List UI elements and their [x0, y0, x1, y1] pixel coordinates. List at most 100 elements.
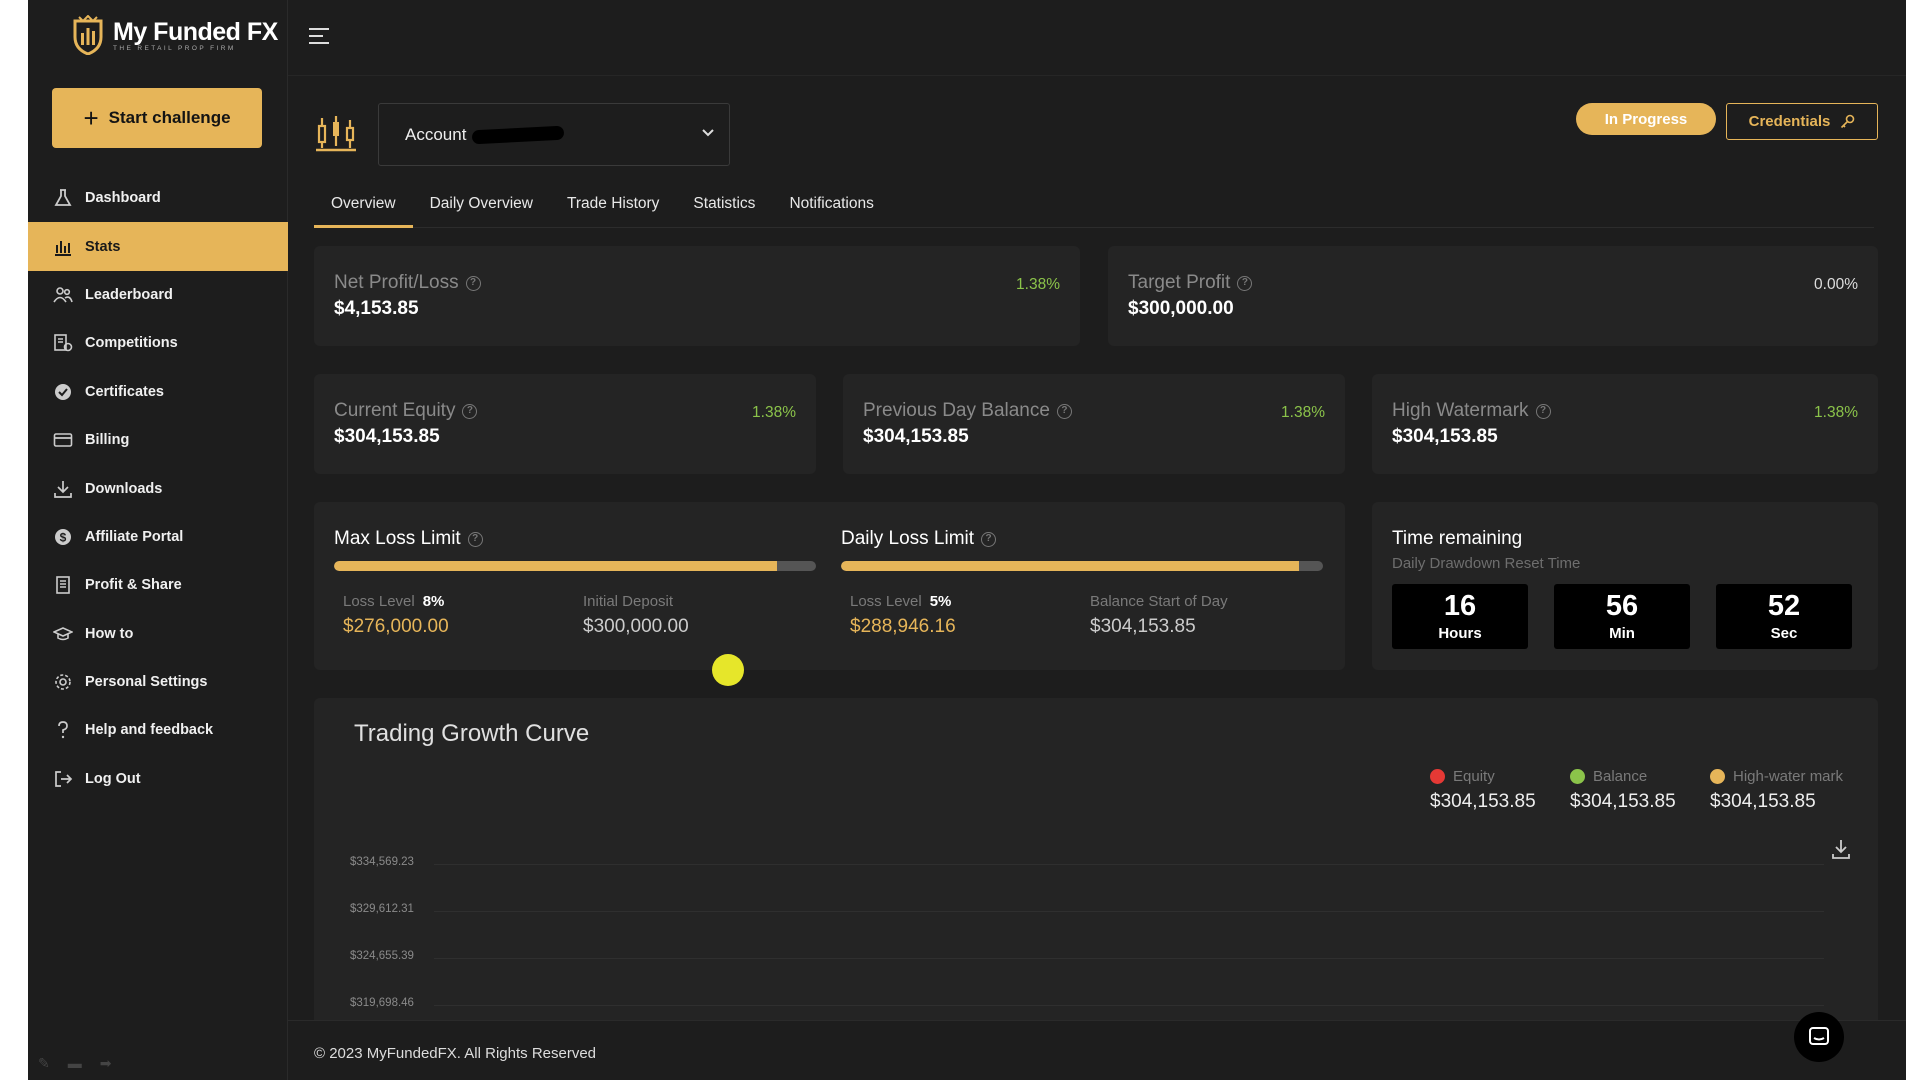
sidebar-item-profit-share[interactable]: Profit & Share [28, 561, 288, 609]
sidebar-item-billing[interactable]: Billing [28, 416, 288, 464]
current-equity-title-row: Current Equity? [334, 400, 478, 422]
seconds-value: 52 [1767, 590, 1801, 622]
legend-balance[interactable]: Balance $304,153.85 [1570, 768, 1676, 813]
minutes-value: 56 [1605, 590, 1639, 622]
equity-dot-icon [1430, 769, 1445, 784]
daily-loss-progress-bar [841, 561, 1323, 571]
help-circle-icon[interactable]: ? [981, 531, 997, 547]
sidebar-item-help-feedback[interactable]: Help and feedback [28, 706, 288, 754]
help-circle-icon[interactable]: ? [467, 531, 483, 547]
sidebar-item-log-out[interactable]: Log Out [28, 755, 288, 803]
sidebar-item-competitions[interactable]: Competitions [28, 319, 288, 367]
question-icon [58, 721, 68, 739]
initial-deposit-label: Initial Deposit [583, 593, 674, 610]
account-select-label: Account [405, 124, 467, 144]
tab-statistics[interactable]: Statistics [676, 188, 772, 228]
legend-equity[interactable]: Equity $304,153.85 [1430, 768, 1536, 813]
daily-loss-level-label: Loss Level [850, 593, 922, 610]
sidebar-item-stats[interactable]: Stats [28, 222, 288, 271]
brand-logo[interactable]: My Funded FX THE RETAIL PROP FIRM [71, 12, 278, 58]
time-remaining-title: Time remaining [1392, 528, 1523, 549]
max-loss-level-row: Loss Level 8% [343, 593, 444, 610]
chat-icon [1809, 1027, 1829, 1045]
legend-high-water-mark[interactable]: High-water mark $304,153.85 [1710, 768, 1843, 813]
sidebar-item-dashboard[interactable]: Dashboard [28, 174, 288, 222]
brand-name: My Funded FX [113, 17, 278, 46]
balance-start-of-day-value: $304,153.85 [1090, 616, 1196, 637]
max-loss-title-row: Max Loss Limit? [334, 528, 483, 550]
help-circle-icon[interactable]: ? [1237, 275, 1253, 291]
help-circle-icon[interactable]: ? [1056, 403, 1072, 419]
arrow-right-icon[interactable]: ➡ [100, 1055, 112, 1072]
sidebar-item-how-to[interactable]: How to [28, 610, 288, 658]
start-challenge-button[interactable]: + Start challenge [52, 88, 262, 148]
sidebar-item-affiliate-portal[interactable]: $ Affiliate Portal [28, 513, 288, 561]
message-icon[interactable]: ▬ [68, 1055, 82, 1072]
sidebar-item-downloads[interactable]: Downloads [28, 464, 288, 512]
high-watermark-value: $304,153.85 [1392, 426, 1498, 447]
max-loss-progress-bar [334, 561, 816, 571]
max-loss-level-label: Loss Level [343, 593, 415, 610]
help-circle-icon[interactable]: ? [465, 275, 481, 291]
tab-overview[interactable]: Overview [314, 188, 413, 228]
sidebar-item-label: Affiliate Portal [85, 528, 184, 545]
sidebar-item-label: How to [85, 625, 134, 642]
status-badge: In Progress [1576, 103, 1716, 135]
top-bar [288, 0, 1906, 76]
initial-deposit-value: $300,000.00 [583, 616, 689, 637]
help-circle-icon[interactable]: ? [462, 403, 478, 419]
legend-equity-value: $304,153.85 [1430, 791, 1536, 812]
max-loss-level-value: 8% [422, 593, 445, 610]
countdown-seconds: 52 Sec [1716, 584, 1852, 649]
sidebar-item-label: Competitions [85, 335, 178, 352]
hamburger-menu-icon[interactable] [308, 26, 330, 46]
tab-notifications[interactable]: Notifications [772, 188, 890, 228]
download-chart-icon[interactable] [1830, 838, 1852, 860]
graduation-cap-icon [53, 626, 73, 641]
daily-loss-level-value: 5% [929, 593, 952, 610]
key-icon [1841, 114, 1855, 129]
max-loss-amount: $276,000.00 [343, 616, 449, 637]
sidebar-item-certificates[interactable]: Certificates [28, 368, 288, 416]
credentials-button[interactable]: Credentials [1726, 103, 1878, 140]
badge-check-icon [55, 383, 71, 400]
grid-line [434, 958, 1824, 959]
net-profit-percent: 1.38% [1016, 276, 1060, 293]
sidebar-item-personal-settings[interactable]: Personal Settings [28, 658, 288, 706]
credit-card-icon [53, 433, 73, 447]
tab-trade-history[interactable]: Trade History [550, 188, 676, 228]
time-remaining-subtitle: Daily Drawdown Reset Time [1392, 555, 1581, 572]
footer: © 2023 MyFundedFX. All Rights Reserved [288, 1020, 1906, 1080]
sidebar-item-label: Leaderboard [85, 286, 173, 303]
help-circle-icon[interactable]: ? [1535, 403, 1551, 419]
grid-line [434, 864, 1824, 865]
sidebar-item-leaderboard[interactable]: Leaderboard [28, 271, 288, 319]
trading-growth-curve-card: Trading Growth Curve Equity $304,153.85 … [314, 698, 1878, 1028]
account-select[interactable]: Account [378, 103, 730, 166]
net-profit-title-row: Net Profit/Loss? [334, 272, 481, 294]
previous-day-balance-title-row: Previous Day Balance? [863, 400, 1072, 422]
copyright-text: © 2023 MyFundedFX. All Rights Reserved [314, 1045, 597, 1062]
stats-chart-icon [55, 240, 71, 256]
target-profit-card: Target Profit? $300,000.00 0.00% [1108, 246, 1878, 346]
current-equity-card: Current Equity? $304,153.85 1.38% [314, 374, 816, 474]
mouse-cursor-highlight [712, 654, 744, 686]
legend-equity-label: Equity [1453, 768, 1495, 785]
y-tick-label: $324,655.39 [350, 950, 414, 962]
y-tick-label: $329,612.31 [350, 903, 414, 915]
pencil-icon[interactable]: ✎ [38, 1055, 50, 1072]
daily-loss-title-row: Daily Loss Limit? [841, 528, 997, 550]
current-equity-value: $304,153.85 [334, 426, 440, 447]
chat-launcher-button[interactable] [1794, 1012, 1844, 1062]
high-watermark-percent: 1.38% [1814, 404, 1858, 421]
hours-label: Hours [1438, 625, 1482, 642]
previous-day-balance-value: $304,153.85 [863, 426, 969, 447]
net-profit-value: $4,153.85 [334, 298, 419, 319]
tab-daily-overview[interactable]: Daily Overview [413, 188, 550, 228]
sidebar-nav: Dashboard Stats Leaderboard Competitions… [28, 174, 288, 803]
legend-high-water-mark-value: $304,153.85 [1710, 791, 1816, 812]
previous-day-balance-card: Previous Day Balance? $304,153.85 1.38% [843, 374, 1345, 474]
brand-tagline: THE RETAIL PROP FIRM [113, 44, 236, 52]
sidebar-item-label: Downloads [85, 480, 163, 497]
account-chart-icon [316, 116, 356, 152]
